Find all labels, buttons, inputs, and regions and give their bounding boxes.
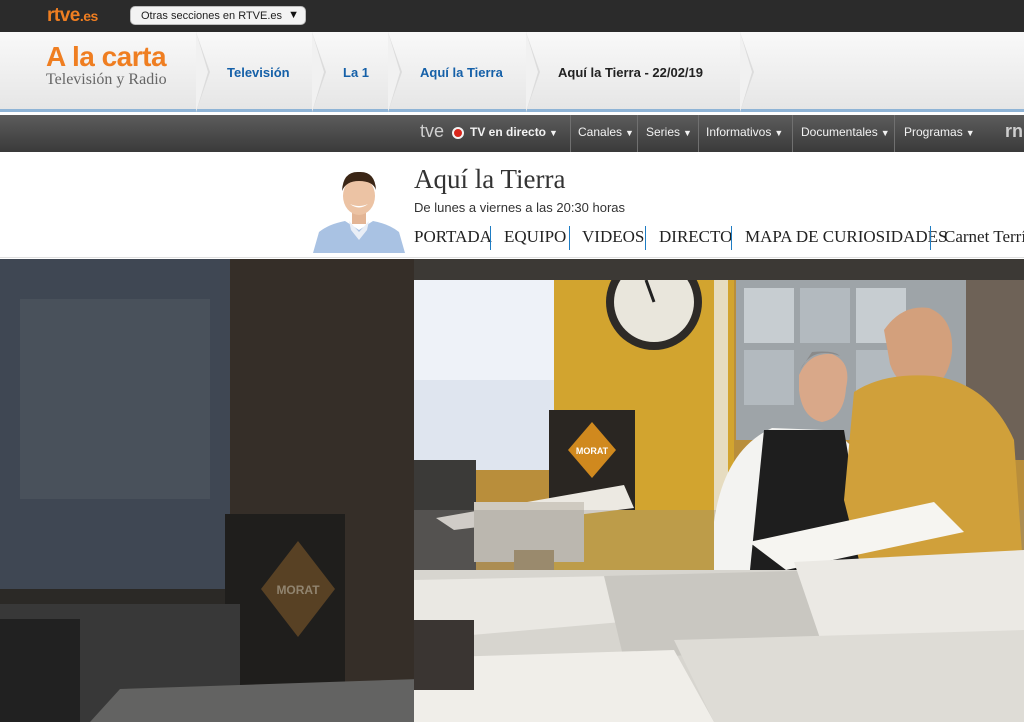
nav-item-label: TV en directo	[470, 125, 547, 139]
breadcrumb-item-current: Aquí la Tierra - 22/02/19	[526, 32, 754, 112]
caret-down-icon: ▼	[965, 128, 975, 138]
nav-item-informativos[interactable]: Informativos ▼	[706, 125, 783, 139]
other-sections-label: Otras secciones en RTVE.es	[141, 10, 283, 22]
nav-separator	[894, 115, 895, 152]
tab-carnet-terricola[interactable]: Carnet Terrí	[944, 227, 1024, 247]
top-bar: rtve.es Otras secciones en RTVE.es ▼	[0, 0, 1024, 32]
breadcrumb-label[interactable]: Aquí la Tierra	[420, 65, 503, 80]
program-header: Aquí la Tierra De lunes a viernes a las …	[0, 152, 1024, 258]
presenter-photo[interactable]	[313, 166, 405, 253]
rtve-logo-suffix: .es	[79, 8, 98, 24]
caret-down-icon: ▼	[549, 128, 558, 138]
breadcrumb-item-television[interactable]: Televisión	[196, 32, 326, 112]
main-nav: tve TV en directo ▼ Canales ▼ Series ▼ Info…	[0, 115, 1024, 152]
caret-down-icon: ▼	[880, 128, 890, 138]
nav-item-programas[interactable]: Programas ▼	[904, 125, 975, 139]
nav-item-series[interactable]: Series ▼	[646, 125, 692, 139]
tab-separator	[930, 226, 931, 250]
nav-item-label: Documentales	[801, 125, 878, 139]
breadcrumb-item-aqui-la-tierra[interactable]: Aquí la Tierra	[388, 32, 540, 112]
live-record-icon	[452, 127, 464, 139]
hero-sign-text: MORAT	[576, 446, 609, 456]
hero-photo-scene: MORAT	[414, 280, 1024, 722]
nav-separator	[570, 115, 571, 152]
tab-equipo[interactable]: EQUIPO	[504, 227, 566, 247]
breadcrumb-band: A la carta Televisión y Radio Televisión…	[0, 32, 1024, 112]
nav-item-label: Canales	[578, 125, 623, 139]
tab-directo[interactable]: DIRECTO	[659, 227, 732, 247]
tve-logo[interactable]: tve	[420, 121, 444, 142]
nav-item-label: Informativos	[706, 125, 772, 139]
breadcrumb-label[interactable]: Televisión	[227, 65, 290, 80]
caret-down-icon: ▼	[625, 128, 634, 138]
nav-separator	[792, 115, 793, 152]
tab-separator	[645, 226, 646, 250]
breadcrumb-label[interactable]: La 1	[343, 65, 369, 80]
nav-separator	[698, 115, 699, 152]
presenter-illustration	[313, 166, 405, 253]
caret-down-icon: ▼	[683, 128, 692, 138]
rtve-logo[interactable]: rtve.es	[47, 5, 98, 27]
dropdown-triangle-icon: ▼	[288, 9, 299, 21]
chevron-inner-shape	[740, 32, 752, 112]
hero-video-thumbnail[interactable]: MORAT	[414, 280, 1024, 722]
nav-item-tv-en-directo[interactable]: TV en directo ▼	[470, 125, 558, 139]
nav-separator	[637, 115, 638, 152]
breadcrumb-home-segment	[0, 32, 210, 112]
tab-mapa-de-curiosidades[interactable]: MAPA DE CURIOSIDADES	[745, 227, 947, 247]
tab-separator	[731, 226, 732, 250]
breadcrumb-current-label: Aquí la Tierra - 22/02/19	[558, 65, 703, 80]
nav-item-documentales[interactable]: Documentales ▼	[801, 125, 890, 139]
nav-item-label: Programas	[904, 125, 963, 139]
program-title: Aquí la Tierra	[414, 164, 566, 194]
nav-more-logo[interactable]: rn	[1005, 121, 1023, 142]
nav-item-canales[interactable]: Canales ▼	[578, 125, 634, 139]
nav-item-label: Series	[646, 125, 681, 139]
rtve-logo-text: rtve	[47, 5, 80, 26]
program-schedule: De lunes a viernes a las 20:30 horas	[414, 200, 626, 215]
caret-down-icon: ▼	[774, 128, 784, 138]
breadcrumb-item-la1[interactable]: La 1	[312, 32, 402, 112]
tab-separator	[490, 226, 491, 250]
other-sections-select[interactable]: Otras secciones en RTVE.es ▼	[130, 6, 306, 25]
tab-portada[interactable]: PORTADA	[414, 227, 492, 247]
tab-videos[interactable]: VIDEOS	[582, 227, 644, 247]
tab-separator	[569, 226, 570, 250]
